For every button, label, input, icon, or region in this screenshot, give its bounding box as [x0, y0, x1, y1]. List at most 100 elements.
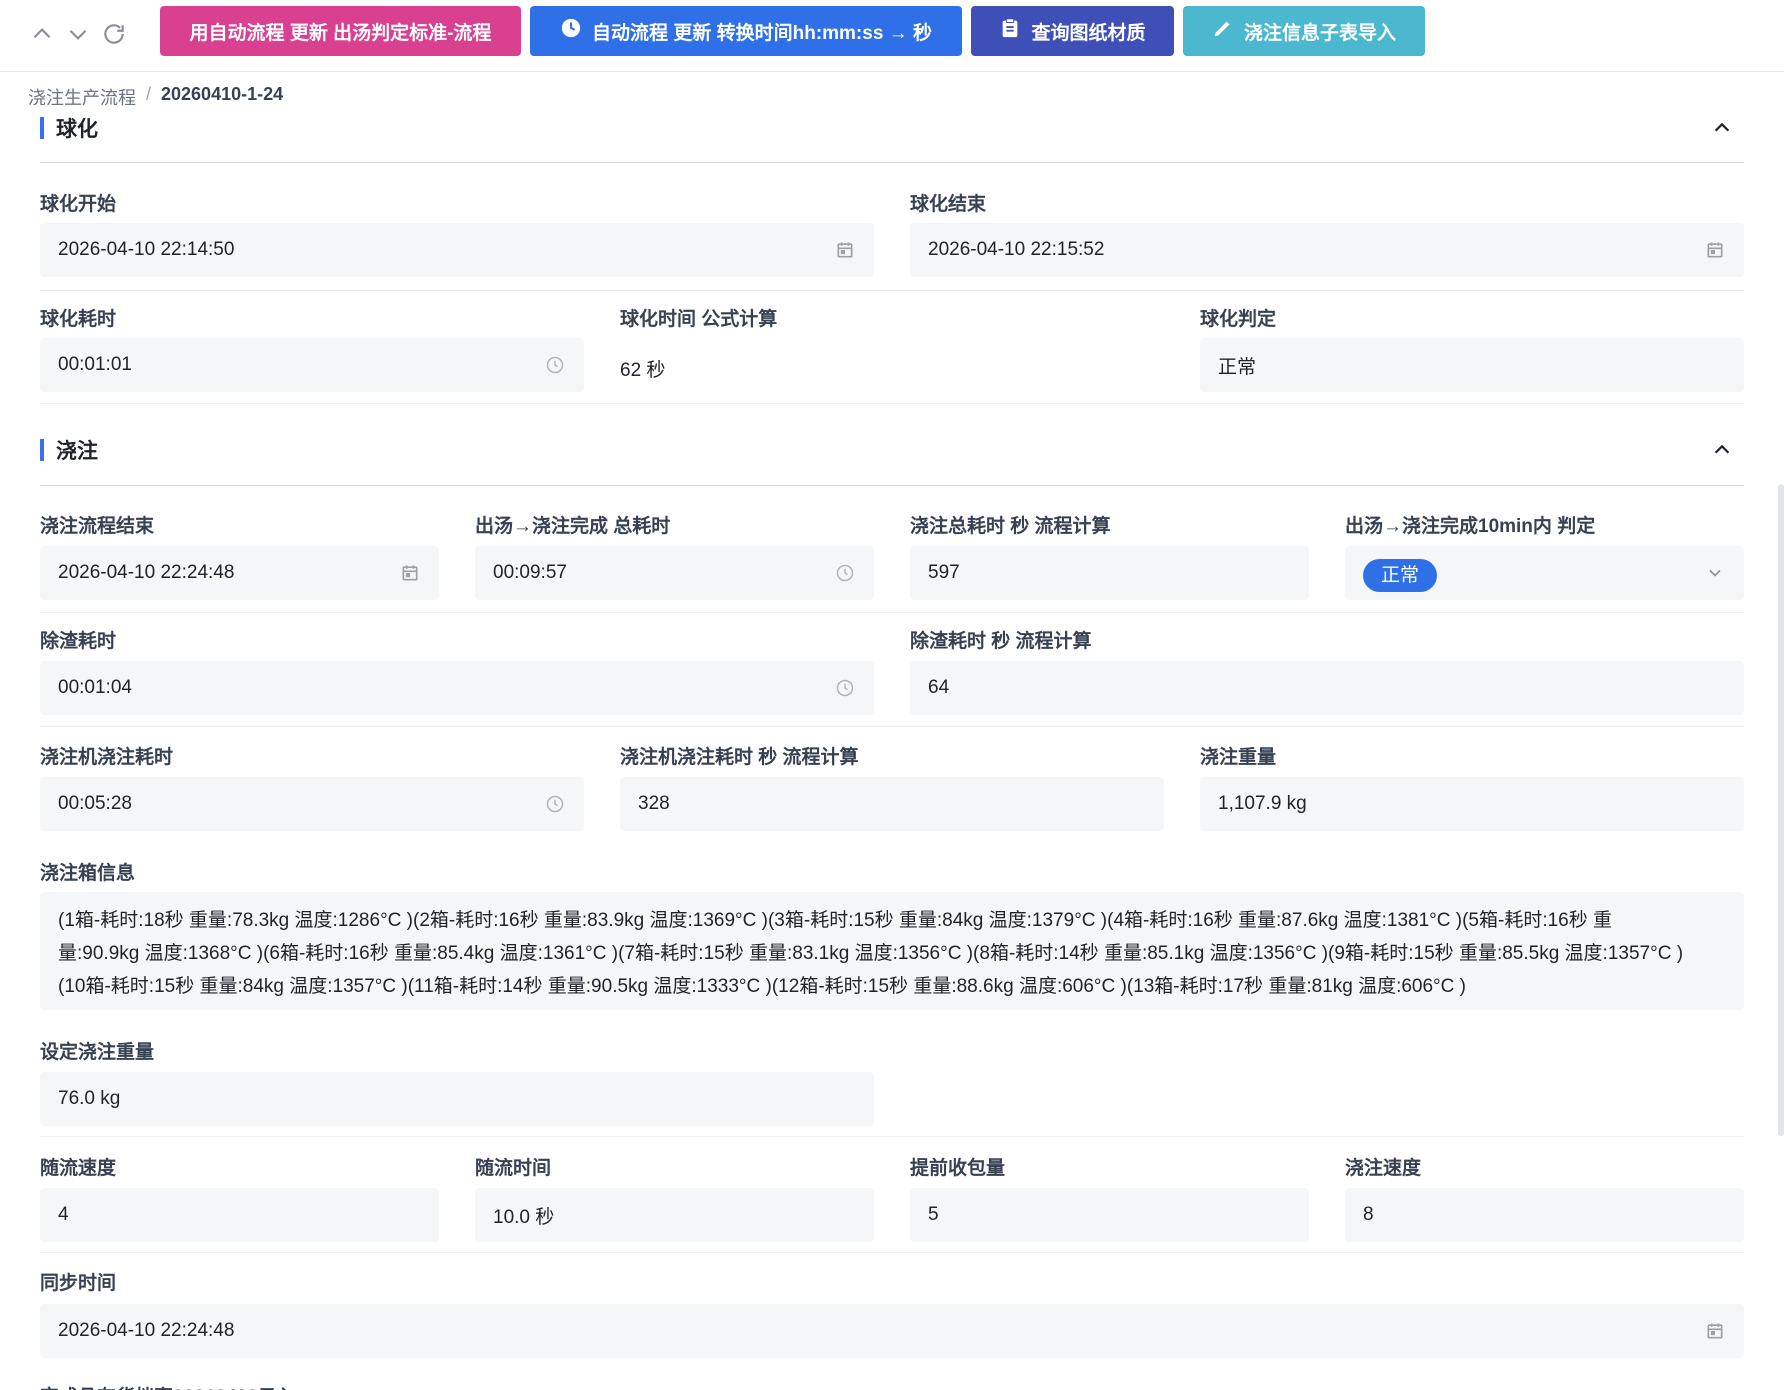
inventory-archive-label: 完成品存货档案20260408日入 [40, 1382, 296, 1390]
chevron-up-icon[interactable] [1708, 114, 1736, 142]
box-info-line: 量:90.9kg 温度:1368°C )(6箱-耗时:16秒 重量:85.4kg… [58, 943, 1684, 964]
chevron-up-icon[interactable] [26, 18, 58, 50]
pour-judge-label: 出汤→浇注完成10min内 判定 [1345, 516, 1596, 537]
slag-field[interactable]: 00:01:04 [40, 661, 874, 715]
row-divider [40, 1252, 1744, 1253]
section-spheroid-header[interactable]: 球化 [40, 110, 1744, 146]
pour-total-sec-value: 597 [928, 562, 960, 583]
calendar-icon[interactable] [834, 239, 856, 261]
row-divider [40, 612, 1744, 613]
section-pour-header[interactable]: 浇注 [40, 432, 1744, 468]
slag-sec-label: 除渣耗时 秒 流程计算 [910, 631, 1092, 652]
row-divider [40, 290, 1744, 291]
spheroid-duration-label: 球化耗时 [40, 309, 117, 330]
flow-speed-value: 4 [58, 1204, 69, 1225]
set-weight-field[interactable]: 76.0 kg [40, 1072, 874, 1126]
machine-label: 浇注机浇注耗时 [40, 747, 174, 768]
pour-total-label: 出汤→浇注完成 总耗时 [475, 516, 671, 537]
box-info-line: (1箱-耗时:18秒 重量:78.3kg 温度:1286°C )(2箱-耗时:1… [58, 910, 1613, 931]
convert-time-button[interactable]: 自动流程 更新 转换时间hh:mm:ss → 秒 [530, 6, 962, 56]
box-info-textarea[interactable]: (1箱-耗时:18秒 重量:78.3kg 温度:1286°C )(2箱-耗时:1… [40, 892, 1744, 1010]
section-divider [40, 162, 1744, 163]
clock-icon [560, 17, 582, 45]
pour-weight-field[interactable]: 1,107.9 kg [1200, 777, 1744, 831]
section-divider [40, 485, 1744, 486]
calendar-icon[interactable] [399, 562, 421, 584]
flow-speed-field[interactable]: 4 [40, 1188, 439, 1242]
early-value: 5 [928, 1204, 939, 1225]
spheroid-end-value: 2026-04-10 22:15:52 [928, 239, 1105, 260]
pour-weight-value: 1,107.9 kg [1218, 793, 1307, 814]
update-standard-label: 用自动流程 更新 出汤判定标准-流程 [189, 22, 492, 44]
spheroid-start-field[interactable]: 2026-04-10 22:14:50 [40, 223, 874, 277]
machine-field[interactable]: 00:05:28 [40, 777, 584, 831]
chevron-up-icon[interactable] [1708, 436, 1736, 464]
pour-speed-field[interactable]: 8 [1345, 1188, 1744, 1242]
machine-sec-value: 328 [638, 793, 670, 814]
slag-value: 00:01:04 [58, 677, 132, 698]
spheroid-calc-label: 球化时间 公式计算 [620, 309, 778, 330]
early-label: 提前收包量 [910, 1158, 1006, 1179]
clock-icon[interactable] [834, 677, 856, 699]
spheroid-duration-field[interactable]: 00:01:01 [40, 338, 584, 392]
spheroid-judge-label: 球化判定 [1200, 309, 1277, 330]
breadcrumb-separator: / [146, 84, 152, 104]
row-divider [40, 1136, 1744, 1137]
pour-total-sec-field[interactable]: 597 [910, 546, 1309, 600]
calendar-icon[interactable] [1704, 1320, 1726, 1342]
sync-field[interactable]: 2026-04-10 22:24:48 [40, 1304, 1744, 1358]
clock-icon[interactable] [544, 793, 566, 815]
refresh-icon[interactable] [98, 18, 130, 50]
pour-end-field[interactable]: 2026-04-10 22:24:48 [40, 546, 439, 600]
set-weight-value: 76.0 kg [58, 1088, 121, 1109]
pencil-icon [1212, 17, 1234, 45]
pour-total-value: 00:09:57 [493, 562, 567, 583]
machine-sec-field[interactable]: 328 [620, 777, 1164, 831]
spheroid-calc-value: 62 秒 [620, 360, 666, 381]
machine-value: 00:05:28 [58, 793, 132, 814]
sync-value: 2026-04-10 22:24:48 [58, 1320, 235, 1341]
clock-icon[interactable] [544, 354, 566, 376]
calendar-icon[interactable] [1704, 239, 1726, 261]
clock-icon[interactable] [834, 562, 856, 584]
query-material-button[interactable]: 查询图纸材质 [971, 6, 1174, 56]
machine-sec-label: 浇注机浇注耗时 秒 流程计算 [620, 747, 859, 768]
breadcrumb-parent[interactable]: 浇注生产流程 [28, 84, 136, 110]
spheroid-start-label: 球化开始 [40, 194, 117, 215]
clipboard-icon [999, 17, 1021, 45]
pour-total-sec-label: 浇注总耗时 秒 流程计算 [910, 516, 1111, 537]
section-pour-title: 浇注 [56, 440, 98, 463]
box-info-line: (10箱-耗时:15秒 重量:84kg 温度:1357°C )(11箱-耗时:1… [58, 976, 1466, 997]
flow-time-field[interactable]: 10.0 秒 [475, 1188, 874, 1242]
box-info-label: 浇注箱信息 [40, 863, 136, 884]
set-weight-label: 设定浇注重量 [40, 1042, 155, 1063]
update-standard-button[interactable]: 用自动流程 更新 出汤判定标准-流程 [160, 6, 521, 56]
flow-time-value: 10.0 秒 [493, 1206, 555, 1228]
spheroid-start-value: 2026-04-10 22:14:50 [58, 239, 235, 260]
spheroid-end-field[interactable]: 2026-04-10 22:15:52 [910, 223, 1744, 277]
pour-weight-label: 浇注重量 [1200, 747, 1277, 768]
toolbar: 用自动流程 更新 出汤判定标准-流程 自动流程 更新 转换时间hh:mm:ss … [0, 0, 1784, 72]
slag-sec-field[interactable]: 64 [910, 661, 1744, 715]
breadcrumb-current: 20260410-1-24 [161, 84, 284, 104]
pour-total-field[interactable]: 00:09:57 [475, 546, 874, 600]
row-divider [40, 403, 1744, 404]
pour-speed-label: 浇注速度 [1345, 1158, 1422, 1179]
breadcrumb: 浇注生产流程 / 20260410-1-24 [28, 84, 283, 110]
import-subtable-button[interactable]: 浇注信息子表导入 [1183, 6, 1425, 56]
spheroid-end-label: 球化结束 [910, 194, 987, 215]
pour-judge-select[interactable]: 正常 [1345, 546, 1744, 600]
import-subtable-label: 浇注信息子表导入 [1243, 22, 1396, 44]
scrollbar[interactable] [1778, 484, 1784, 1136]
section-accent-bar [40, 117, 44, 139]
spheroid-judge-field: 正常 [1200, 338, 1744, 392]
chevron-down-icon[interactable] [1704, 562, 1726, 584]
query-material-label: 查询图纸材质 [1031, 22, 1146, 44]
slag-sec-value: 64 [928, 677, 950, 698]
row-divider [40, 726, 1744, 727]
spheroid-duration-value: 00:01:01 [58, 354, 132, 375]
pour-end-value: 2026-04-10 22:24:48 [58, 562, 235, 583]
early-field[interactable]: 5 [910, 1188, 1309, 1242]
pour-end-label: 浇注流程结束 [40, 516, 155, 537]
chevron-down-icon[interactable] [62, 18, 94, 50]
